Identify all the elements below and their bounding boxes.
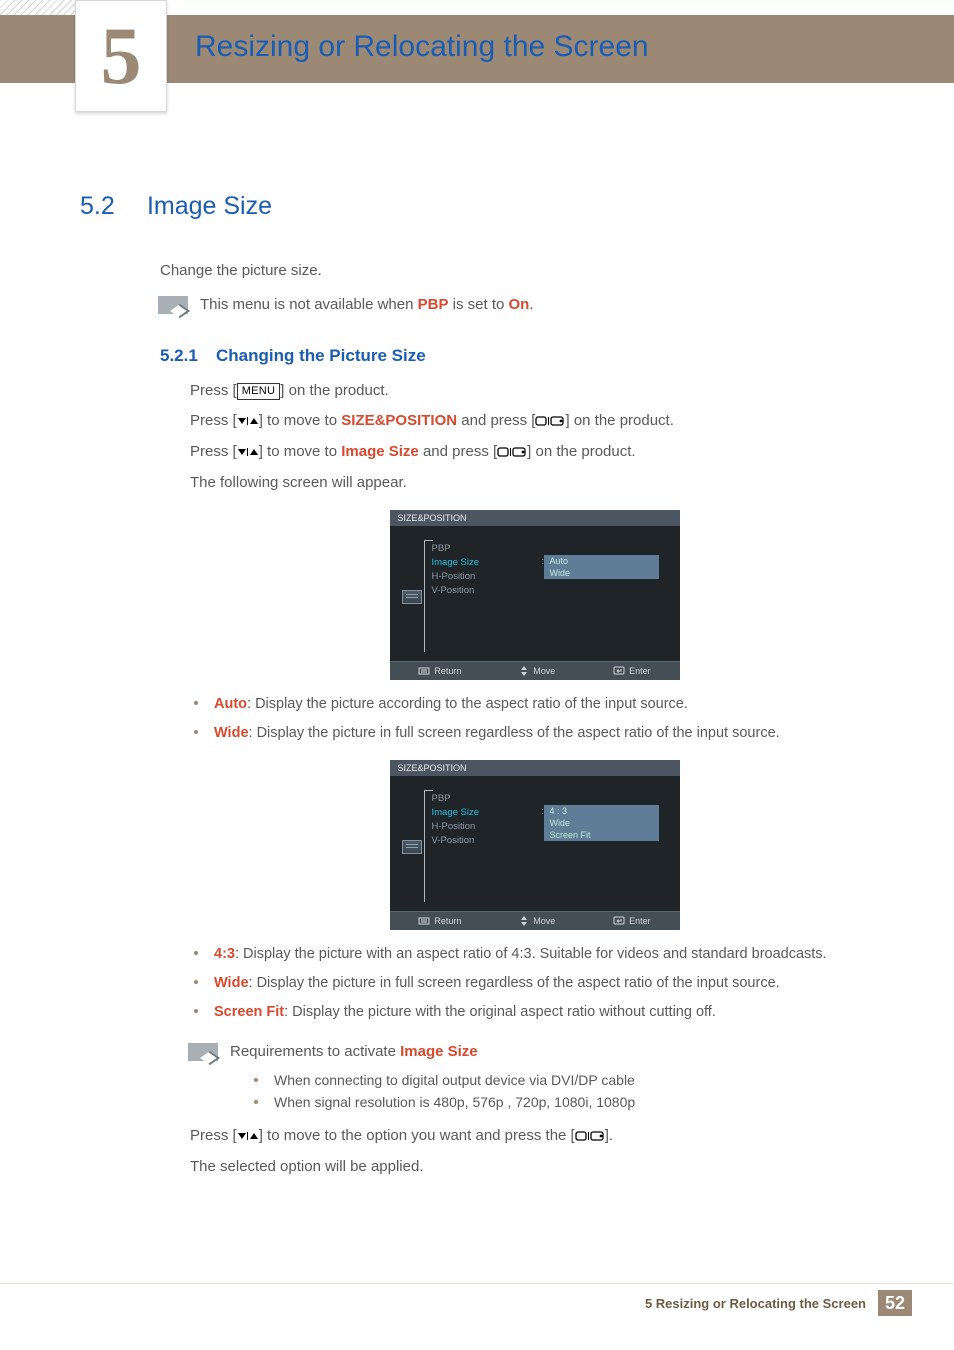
step-4: The following screen will appear. [190,472,909,494]
step3-target: Image Size [341,443,419,460]
osd-option: Screen Fit [544,829,659,841]
osd-menu-item: PBP [432,543,532,554]
closing-steps: Press [] to move to the option you want … [190,1125,909,1178]
content-area: Change the picture size. This menu is no… [160,250,909,1187]
closing-2: The selected option will be applied. [190,1156,909,1178]
page-footer: 5 Resizing or Relocating the Screen 52 [0,1283,954,1316]
osd-screenshot-2: SIZE&POSITION PBP Image Size H-Position … [390,760,680,930]
step-1: Press [MENU] on the product. [190,380,909,402]
section-intro: Change the picture size. [160,260,909,282]
section-title: Image Size [147,192,272,220]
osd-title: SIZE&POSITION [390,760,680,776]
down-up-icon [237,1130,259,1142]
list-item: When connecting to digital output device… [250,1072,909,1088]
note-prefix: This menu is not available when [200,296,418,313]
section-number: 5.2 [80,192,115,220]
osd-menu-item-active: Image Size [432,557,532,568]
osd-category-icon [402,840,422,854]
osd-menu-item: H-Position [432,821,532,832]
list-item: Auto: Display the picture according to t… [190,694,909,715]
note-suffix: . [529,296,533,313]
osd-menu-item-active: Image Size [432,807,532,818]
osd-option: 4 : 3 [544,805,659,817]
bullets-a: Auto: Display the picture according to t… [190,694,909,744]
osd-return-hint: Return [418,666,461,676]
osd-screenshot-1: SIZE&POSITION PBP Image Size H-Position … [390,510,680,680]
list-item: Wide: Display the picture in full screen… [190,973,909,994]
subsection-title: Changing the Picture Size [216,346,426,365]
osd-menu-item: PBP [432,793,532,804]
closing-1: Press [] to move to the option you want … [190,1125,909,1147]
note-mid: is set to [448,296,508,313]
section-heading: 5.2 Image Size [80,192,272,221]
subsection-number: 5.2.1 [160,346,198,365]
steps: Press [MENU] on the product. Press [] to… [190,380,909,494]
osd-option: Wide [544,567,659,579]
req-lead: Requirements to activate Image Size [230,1041,909,1063]
chapter-number: 5 [101,15,142,97]
list-item: Screen Fit: Display the picture with the… [190,1002,909,1023]
osd-return-hint: Return [418,916,461,926]
osd-move-hint: Move [519,666,555,676]
note-row: This menu is not available when PBP is s… [158,294,909,316]
bullets-b: 4:3: Display the picture with an aspect … [190,944,909,1023]
osd-option-box: Auto Wide [544,555,659,579]
source-enter-icon [575,1130,605,1142]
chapter-badge: 5 [75,0,167,112]
list-item: Wide: Display the picture in full screen… [190,723,909,744]
note-text: This menu is not available when PBP is s… [200,294,534,316]
down-up-icon [237,415,259,427]
req-term: Image Size [400,1043,478,1060]
osd-option: Wide [544,817,659,829]
osd-menu-item: H-Position [432,571,532,582]
list-item: 4:3: Display the picture with an aspect … [190,944,909,965]
osd-footer: Return Move Enter [390,661,680,680]
source-enter-icon [535,415,565,427]
requirements-note: Requirements to activate Image Size When… [188,1041,909,1117]
osd-menu-item: V-Position [432,585,532,596]
osd-title: SIZE&POSITION [390,510,680,526]
osd-move-hint: Move [519,916,555,926]
step-3: Press [] to move to Image Size and press… [190,441,909,463]
osd-option-box: 4 : 3 Wide Screen Fit [544,805,659,841]
note-icon [158,296,188,314]
note-pbp: PBP [418,296,449,313]
osd-category-icon [402,590,422,604]
req-items: When connecting to digital output device… [250,1072,909,1110]
down-up-icon [237,446,259,458]
step2-target: SIZE&POSITION [341,412,457,429]
footer-text: 5 Resizing or Relocating the Screen [645,1296,866,1311]
subsection-heading: 5.2.1 Changing the Picture Size [160,346,909,366]
source-enter-icon [497,446,527,458]
menu-button-label: MENU [237,383,281,400]
note-on: On [509,296,530,313]
chapter-title: Resizing or Relocating the Screen [195,30,649,64]
osd-option: Auto [544,555,659,567]
list-item: When signal resolution is 480p, 576p , 7… [250,1094,909,1110]
footer-page-number: 52 [878,1290,912,1316]
note-icon [188,1043,218,1061]
osd-menu-item: V-Position [432,835,532,846]
step-2: Press [] to move to SIZE&POSITION and pr… [190,410,909,432]
osd-footer: Return Move Enter [390,911,680,930]
osd-enter-hint: Enter [613,666,651,676]
osd-enter-hint: Enter [613,916,651,926]
